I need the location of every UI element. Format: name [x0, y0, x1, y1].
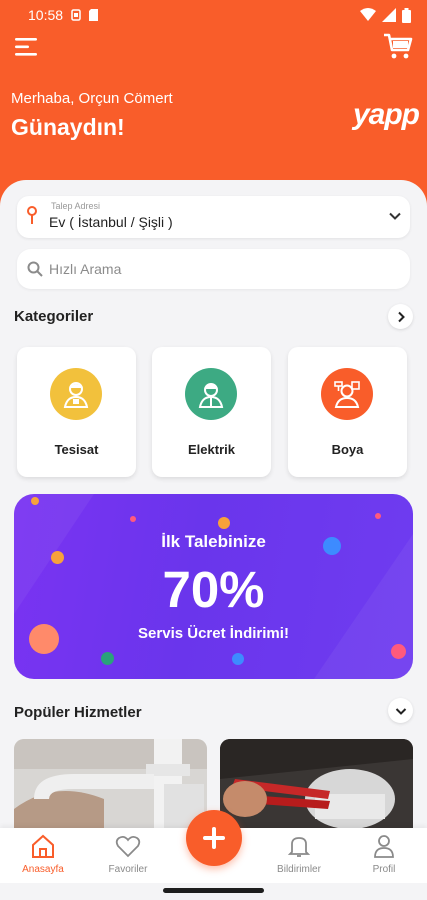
categories-title: Kategoriler: [14, 308, 94, 325]
salutation-text: Günaydın!: [11, 114, 125, 140]
cart-button[interactable]: [383, 32, 413, 60]
chevron-down-icon: [389, 212, 401, 220]
category-card-boya[interactable]: Boya: [288, 347, 407, 477]
search-input[interactable]: [49, 261, 379, 277]
menu-button[interactable]: [15, 37, 39, 57]
home-icon: [32, 834, 54, 858]
painter-icon: [321, 368, 373, 420]
cart-icon: [384, 33, 413, 59]
plus-icon: [203, 827, 225, 849]
category-label: Tesisat: [54, 442, 99, 457]
confetti-dot: [375, 513, 381, 519]
nav-home[interactable]: Anasayfa: [8, 828, 78, 883]
popular-toggle-button[interactable]: [388, 698, 413, 723]
battery-icon: [402, 7, 411, 23]
confetti-dot: [232, 653, 244, 665]
plumber-icon: [50, 368, 102, 420]
search-bar[interactable]: [17, 249, 410, 289]
nav-favorites[interactable]: Favoriler: [93, 828, 163, 883]
electrician-icon: [185, 368, 237, 420]
promo-line-3: Servis Ücret İndirimi!: [138, 625, 289, 642]
gesture-handle[interactable]: [163, 888, 264, 893]
person-icon: [374, 835, 394, 858]
confetti-dot: [31, 497, 39, 505]
pipe-photo-image: [14, 739, 207, 829]
nav-notifications[interactable]: Bildirimler: [264, 828, 334, 883]
category-label: Boya: [331, 442, 364, 457]
confetti-dot: [101, 652, 114, 665]
service-image-plumbing[interactable]: [14, 739, 207, 829]
nav-profile-label: Profil: [372, 864, 396, 875]
signal-icon: [382, 8, 396, 22]
confetti-dot: [130, 516, 136, 522]
address-selector[interactable]: Talep Adresi Ev ( İstanbul / Şişli ): [17, 196, 410, 238]
promo-banner[interactable]: İlk Talebinize 70% Servis Ücret İndirimi…: [14, 494, 413, 679]
popular-title: Popüler Hizmetler: [14, 704, 142, 721]
nav-profile[interactable]: Profil: [349, 828, 419, 883]
wrench-photo-image: [220, 739, 413, 829]
address-value: Ev ( İstanbul / Şişli ): [49, 214, 173, 230]
promo-discount: 70%: [162, 561, 265, 618]
wifi-icon: [360, 8, 376, 21]
promo-line-1: İlk Talebinize: [161, 532, 266, 551]
heart-icon: [115, 835, 141, 858]
chevron-right-icon: [397, 311, 405, 322]
confetti-dot: [391, 644, 406, 659]
category-card-tesisat[interactable]: Tesisat: [17, 347, 136, 477]
sd-card-icon: [89, 9, 99, 21]
nav-home-label: Anasayfa: [22, 864, 64, 875]
sim-icon: [71, 9, 81, 21]
confetti-dot: [218, 517, 230, 529]
greeting-text: Merhaba, Orçun Cömert: [11, 90, 173, 107]
category-card-elektrik[interactable]: Elektrik: [152, 347, 271, 477]
address-label: Talep Adresi: [51, 201, 101, 211]
system-gesture-bar: [0, 883, 427, 900]
bell-icon: [287, 837, 311, 857]
categories-more-button[interactable]: [388, 304, 413, 329]
category-label: Elektrik: [188, 442, 235, 457]
nav-favorites-label: Favoriler: [108, 864, 148, 875]
add-request-button[interactable]: [186, 810, 242, 866]
hamburger-icon: [15, 38, 37, 56]
chevron-down-icon: [395, 707, 406, 715]
yapp-logo: yapp: [352, 98, 420, 131]
search-icon: [27, 261, 43, 277]
service-image-repair[interactable]: [220, 739, 413, 829]
location-pin-icon: [27, 206, 37, 224]
status-time: 10:58: [28, 7, 64, 23]
nav-notifications-label: Bildirimler: [277, 864, 321, 875]
status-bar: 10:58: [0, 0, 427, 30]
